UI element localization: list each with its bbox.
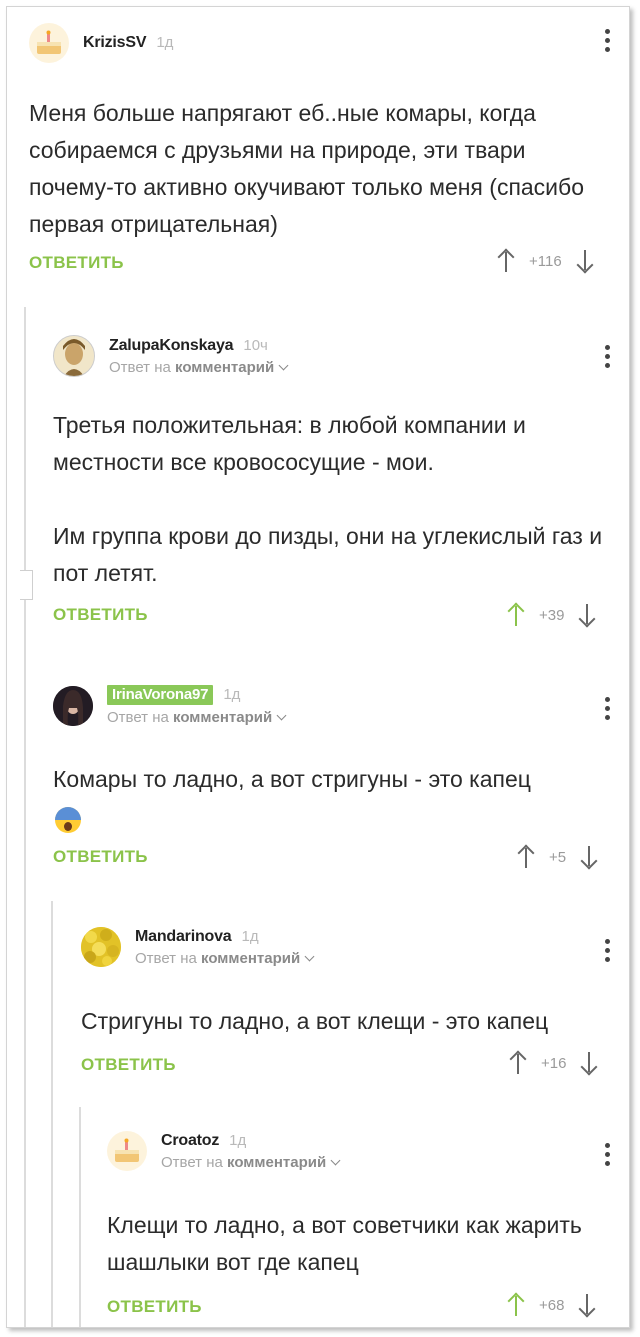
downvote-arrow-icon[interactable] (580, 845, 598, 870)
reply-to-prefix: Ответ на (135, 949, 197, 967)
vote-count: +68 (539, 1296, 565, 1314)
more-options-icon[interactable] (597, 1143, 617, 1171)
more-options-icon[interactable] (597, 939, 617, 967)
more-options-icon[interactable] (597, 29, 617, 57)
reply-to-prefix: Ответ на (109, 358, 171, 376)
reply-to-prefix: Ответ на (107, 709, 169, 726)
reply-to-link[interactable]: Ответ на комментарий (107, 709, 287, 726)
comment-text: Меня больше напрягают еб..ные комары, ко… (29, 100, 584, 237)
reply-button[interactable]: ОТВЕТИТЬ (29, 253, 124, 273)
user-avatar[interactable] (81, 927, 121, 967)
comment-time: 1д (223, 686, 241, 703)
photo-icon (53, 685, 93, 726)
downvote-arrow-icon[interactable] (578, 1293, 596, 1318)
downvote-arrow-icon[interactable] (580, 1051, 598, 1076)
downvote-arrow-icon[interactable] (576, 249, 594, 274)
upvote-arrow-icon[interactable] (509, 1050, 527, 1075)
vote-count: +5 (549, 848, 567, 866)
upvote-arrow-icon[interactable] (517, 844, 535, 869)
vote-count: +39 (539, 606, 565, 624)
more-options-icon[interactable] (597, 697, 617, 725)
upvote-arrow-icon[interactable] (497, 248, 515, 273)
comment-time: 1д (229, 1131, 247, 1149)
comments-frame: KrizisSV 1д Меня больше напрягают еб..ны… (6, 6, 630, 1328)
reply-button[interactable]: ОТВЕТИТЬ (81, 1055, 176, 1075)
chevron-down-icon (276, 710, 287, 721)
reply-button[interactable]: ОТВЕТИТЬ (107, 1297, 202, 1317)
chevron-down-icon (330, 1155, 341, 1165)
comment-text: Стригуны то ладно, а вот клещи - это кап… (81, 1008, 549, 1034)
reply-to-link[interactable]: Ответ на комментарий (135, 949, 315, 967)
reply-to-link[interactable]: Ответ на комментарий (109, 358, 289, 376)
portrait-icon (54, 336, 94, 376)
user-avatar[interactable] (107, 1131, 147, 1171)
vote-count: +116 (529, 252, 562, 270)
upvote-arrow-icon[interactable] (507, 602, 525, 627)
username[interactable]: IrinaVorona97 (107, 685, 214, 705)
collapse-thread-toggle[interactable] (20, 570, 33, 600)
screaming-face-emoji (55, 807, 81, 833)
more-options-icon[interactable] (597, 345, 617, 373)
user-avatar[interactable] (29, 23, 69, 63)
username[interactable]: ZalupaKonskaya (109, 337, 234, 355)
reply-to-target: комментарий (227, 1153, 327, 1171)
username[interactable]: KrizisSV (83, 34, 147, 52)
user-avatar[interactable] (53, 685, 93, 726)
chevron-down-icon (304, 951, 315, 961)
reply-to-target: комментарий (201, 949, 301, 967)
comment-time: 1д (156, 34, 174, 51)
reply-to-prefix: Ответ на (161, 1153, 223, 1171)
reply-button[interactable]: ОТВЕТИТЬ (53, 847, 148, 867)
user-avatar[interactable] (53, 335, 95, 377)
username[interactable]: Croatoz (161, 1132, 219, 1150)
downvote-arrow-icon[interactable] (578, 603, 596, 628)
username[interactable]: Mandarinova (135, 928, 232, 946)
reply-button[interactable]: ОТВЕТИТЬ (53, 605, 148, 625)
reply-to-target: комментарий (175, 358, 275, 376)
reply-to-link[interactable]: Ответ на комментарий (161, 1153, 341, 1171)
fruit-icon (81, 927, 121, 967)
cake-icon (37, 30, 61, 54)
vote-count: +16 (541, 1054, 567, 1072)
comment-time: 10ч (243, 336, 268, 354)
comment-text: Третья положительная: в любой компании и… (53, 412, 603, 586)
reply-to-target: комментарий (173, 709, 273, 726)
upvote-arrow-icon[interactable] (507, 1292, 525, 1317)
comment-text: Комары то ладно, а вот стригуны - это ка… (53, 766, 531, 792)
chevron-down-icon (278, 360, 289, 370)
thread-line[interactable] (51, 901, 53, 1327)
thread-line[interactable] (24, 307, 26, 1327)
cake-icon (115, 1138, 139, 1162)
thread-line[interactable] (79, 1107, 81, 1327)
comment-text: Клещи то ладно, а вот советчики как жари… (107, 1212, 582, 1275)
comment-time: 1д (241, 927, 259, 945)
